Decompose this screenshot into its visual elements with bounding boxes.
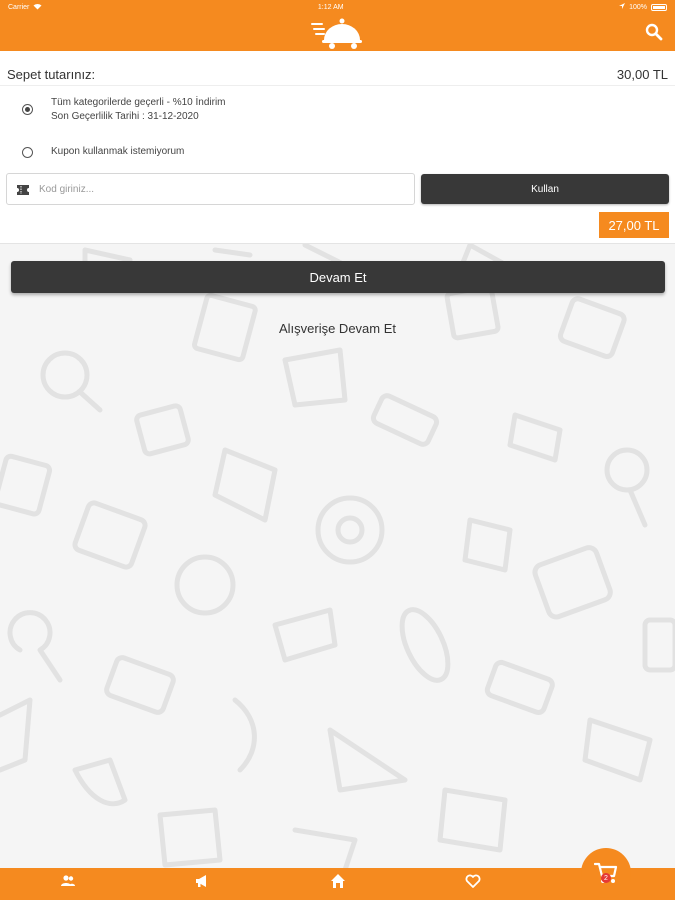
discounted-total-badge: 27,00 TL (599, 212, 669, 238)
cart-total-label: Sepet tutarınız: (7, 66, 96, 82)
cart-button[interactable]: 2 (581, 848, 631, 898)
ticket-icon (16, 183, 30, 195)
coupon-panel: Sepet tutarınız: 30,00 TL Tüm kategorile… (0, 51, 675, 244)
divider (0, 85, 675, 86)
coupon-title: Tüm kategorilerde geçerli - %10 İndirim (51, 97, 226, 108)
carrier-label: Carrier (8, 3, 30, 11)
bottom-nav (0, 868, 675, 900)
coupon-code-input[interactable] (39, 183, 414, 195)
apply-coupon-button[interactable]: Kullan (421, 174, 669, 204)
cart-total-value: 30,00 TL (616, 66, 668, 82)
wifi-icon (33, 3, 42, 12)
app-header (0, 14, 675, 51)
coupon-radio-none[interactable] (22, 147, 33, 158)
continue-shopping-link[interactable]: Alışverişe Devam Et (0, 321, 675, 336)
coupon-expiry: Son Geçerlilik Tarihi : 31-12-2020 (51, 111, 199, 122)
status-bar: Carrier 1:12 AM 100% (0, 0, 675, 14)
status-time: 1:12 AM (317, 3, 344, 11)
megaphone-icon[interactable] (194, 873, 210, 889)
cart-total-row: Sepet tutarınız: 30,00 TL (7, 65, 668, 83)
no-coupon-label: Kupon kullanmak istemiyorum (51, 146, 185, 157)
home-icon[interactable] (330, 873, 346, 889)
cloche-delivery-logo (310, 16, 366, 50)
users-icon[interactable] (60, 873, 76, 889)
coupon-option-discount[interactable]: Tüm kategorilerde geçerli - %10 İndirim … (51, 96, 226, 124)
battery-icon (650, 3, 667, 11)
search-icon[interactable] (645, 23, 663, 41)
coupon-option-none[interactable]: Kupon kullanmak istemiyorum (51, 145, 184, 159)
cart-count-badge: 2 (601, 873, 611, 883)
location-arrow-icon (619, 3, 626, 11)
coupon-code-field[interactable] (6, 173, 415, 205)
battery-percent: 100% (629, 3, 647, 11)
heart-icon[interactable] (465, 873, 481, 889)
continue-button[interactable]: Devam Et (11, 261, 665, 293)
coupon-radio-discount[interactable] (22, 104, 33, 115)
